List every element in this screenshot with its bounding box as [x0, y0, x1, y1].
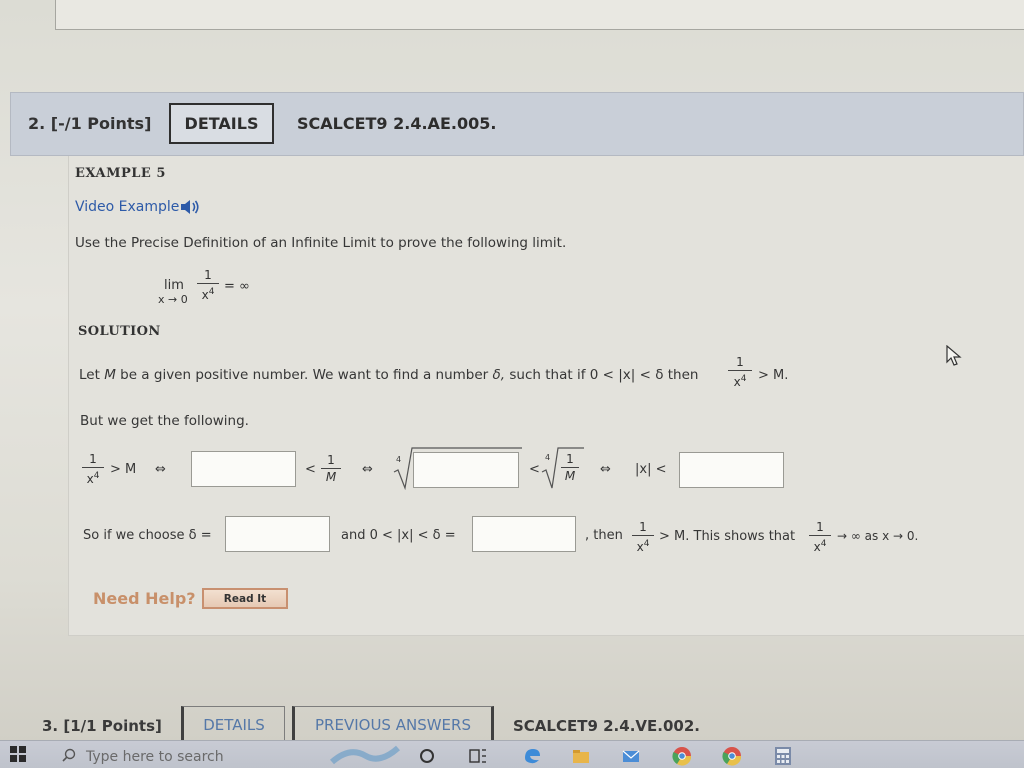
question-code: SCALCET9 2.4.AE.005. — [297, 114, 497, 133]
previous-answers-button[interactable]: PREVIOUS ANSWERS — [292, 706, 494, 742]
question-points: [-/1 Points] — [50, 114, 152, 133]
search-highlight-icon — [330, 745, 400, 765]
root-one-over-M-fraction: 1 M — [561, 452, 579, 483]
delta-input-1[interactable] — [225, 516, 330, 552]
search-icon — [62, 748, 76, 762]
intro-end: > M. — [758, 368, 789, 383]
iff-symbol-1: ⇔ — [155, 462, 166, 477]
lim-subscript: x → 0 — [158, 293, 188, 306]
question-number: 2. [-/1 Points] — [28, 114, 152, 133]
then-fraction: 1 x4 — [632, 520, 654, 554]
edge-browser-icon[interactable] — [522, 746, 542, 766]
answer-input-3[interactable] — [679, 452, 784, 488]
answer-input-1[interactable] — [191, 451, 296, 487]
conclusion-text: → ∞ as x → 0. — [837, 529, 919, 543]
limit-equals: = ∞ — [224, 279, 250, 294]
question-header — [10, 92, 1024, 156]
speaker-icon[interactable] — [178, 198, 202, 216]
read-it-button[interactable]: Read It — [202, 588, 288, 609]
details-button[interactable]: DETAILS — [169, 103, 274, 144]
row-fraction-1: 1 x4 — [82, 452, 104, 486]
and-text: and 0 < |x| < δ = — [341, 528, 456, 543]
row-gt-M: > M — [110, 462, 137, 477]
question3-code: SCALCET9 2.4.VE.002. — [513, 717, 700, 735]
cortana-icon[interactable] — [419, 748, 435, 764]
iff-symbol-2: ⇔ — [362, 462, 373, 477]
example-title: EXAMPLE 5 — [75, 166, 166, 181]
question3-details-button[interactable]: DETAILS — [181, 706, 285, 742]
question-content-panel — [68, 156, 1024, 636]
file-explorer-icon[interactable] — [572, 748, 590, 764]
instruction-text: Use the Precise Definition of an Infinit… — [75, 235, 567, 251]
mail-icon[interactable] — [622, 748, 640, 764]
iff-symbol-3: ⇔ — [600, 462, 611, 477]
chrome-icon[interactable] — [672, 746, 692, 766]
abs-x-lt: |x| < — [635, 462, 667, 477]
lt-symbol-2: < — [529, 462, 540, 477]
task-view-icon[interactable] — [469, 748, 487, 764]
limit-fraction: 1 x4 — [197, 268, 219, 302]
mouse-cursor-icon — [946, 345, 962, 366]
so-choose-text: So if we choose δ = — [83, 528, 212, 543]
lt-symbol-1: < — [305, 462, 316, 477]
intro-fraction: 1 x4 — [728, 355, 752, 389]
solution-intro: Let M be a given positive number. We wan… — [79, 367, 699, 383]
windows-start-icon[interactable] — [10, 746, 26, 762]
calculator-icon[interactable] — [774, 746, 792, 766]
delta-input-2[interactable] — [472, 516, 576, 552]
taskbar-search-input[interactable]: Type here to search — [86, 749, 224, 765]
answer-input-2[interactable] — [413, 452, 519, 488]
but-text: But we get the following. — [80, 413, 249, 429]
shows-that-text: > M. This shows that — [659, 529, 796, 544]
lim-label: lim — [164, 278, 184, 293]
one-over-M-fraction: 1 M — [321, 453, 341, 484]
previous-question-box — [55, 0, 1024, 30]
question3-points: 3. [1/1 Points] — [42, 717, 162, 735]
solution-title: SOLUTION — [78, 324, 161, 339]
video-example-link[interactable]: Video Example — [75, 199, 179, 215]
need-help-label: Need Help? — [93, 589, 196, 608]
chrome-alt-icon[interactable] — [722, 746, 742, 766]
then-text: , then — [585, 528, 623, 543]
conclusion-fraction: 1 x4 — [809, 520, 831, 554]
